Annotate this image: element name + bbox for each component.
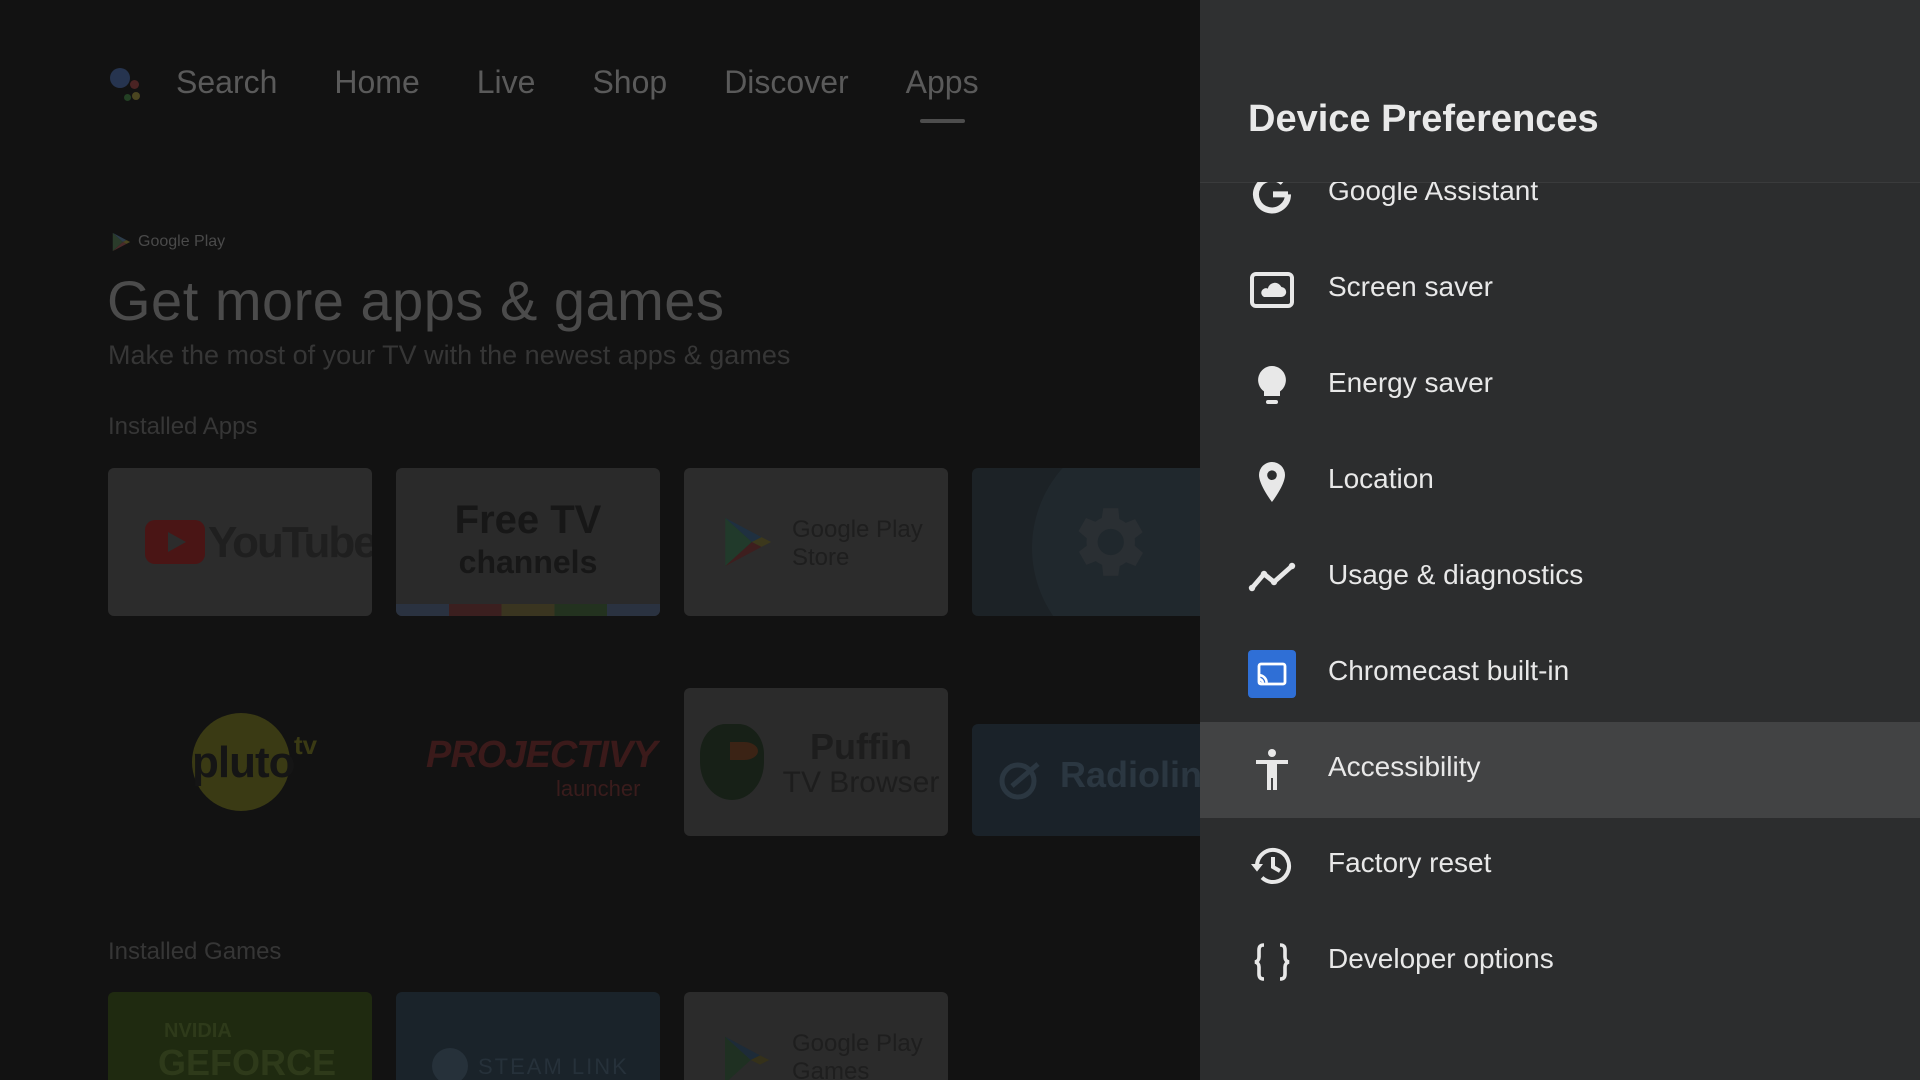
menu-item-screen-saver[interactable]: Screen saver — [1200, 242, 1920, 338]
puffin-label-line2: TV Browser — [782, 766, 940, 799]
screen-saver-icon — [1250, 272, 1294, 308]
menu-item-energy-saver[interactable]: Energy saver — [1200, 338, 1920, 434]
launcher-background: Search Home Live Shop Discover Apps Goog… — [0, 0, 1200, 1080]
menu-label-accessibility: Accessibility — [1328, 751, 1481, 782]
lightbulb-icon — [1258, 366, 1286, 404]
menu-item-location[interactable]: Location — [1200, 434, 1920, 530]
free-tv-label-line1: Free TV — [454, 498, 602, 542]
steam-link-label: STEAM LINK — [478, 1054, 629, 1079]
free-tv-color-stripe — [396, 604, 660, 616]
top-navigation: Search Home Live Shop Discover Apps — [108, 62, 1036, 123]
google-play-badge-label: Google Play — [138, 233, 226, 250]
menu-label-chromecast: Chromecast built-in — [1328, 655, 1570, 686]
nav-shop[interactable]: Shop — [592, 64, 667, 101]
app-tile-youtube[interactable]: YouTube — [108, 468, 372, 616]
menu-item-usage-diagnostics[interactable]: Usage & diagnostics — [1200, 530, 1920, 626]
app-tile-google-play-store[interactable]: Google Play Store — [684, 468, 948, 616]
google-play-badge: Google Play — [110, 231, 225, 253]
game-tile-geforce[interactable]: NVIDIA GEFORCE — [108, 992, 372, 1080]
menu-label-factory-reset: Factory reset — [1328, 847, 1492, 878]
play-games-label: Google Play Games — [792, 1030, 923, 1080]
app-tile-puffin[interactable]: Puffin TV Browser — [684, 688, 948, 836]
app-tile-settings[interactable] — [972, 468, 1200, 616]
nav-discover[interactable]: Discover — [724, 64, 848, 101]
play-store-label-line2: Store — [792, 544, 850, 571]
menu-label-location: Location — [1328, 463, 1434, 494]
menu-label-usage-diagnostics: Usage & diagnostics — [1328, 559, 1584, 590]
radioline-label: Radioline — [1060, 754, 1200, 795]
play-store-label: Google Play Store — [792, 516, 923, 572]
google-play-icon — [112, 232, 131, 252]
installed-games-label: Installed Games — [108, 938, 282, 965]
steam-icon — [432, 1048, 468, 1080]
nav-apps[interactable]: Apps — [906, 64, 979, 123]
menu-item-chromecast[interactable]: Chromecast built-in — [1200, 626, 1920, 722]
menu-label-energy-saver: Energy saver — [1328, 367, 1493, 398]
youtube-logo-icon — [145, 520, 205, 564]
device-preferences-panel: Device Preferences Google Assistant Scre… — [1200, 0, 1920, 1080]
installed-apps-label: Installed Apps — [108, 413, 258, 440]
gear-icon — [1078, 508, 1143, 576]
projectivy-label: PROJECTIVY — [426, 734, 658, 776]
game-tile-steam-link[interactable]: STEAM LINK — [396, 992, 660, 1080]
cast-icon — [1248, 650, 1296, 698]
projectivy-suffix: launcher — [556, 776, 641, 801]
panel-header: Device Preferences — [1200, 0, 1920, 183]
pluto-tv-suffix: tv — [294, 730, 318, 760]
braces-icon — [1254, 943, 1290, 981]
play-store-icon — [725, 517, 772, 567]
nav-live[interactable]: Live — [477, 64, 536, 101]
menu-item-factory-reset[interactable]: Factory reset — [1200, 818, 1920, 914]
accessibility-icon — [1256, 749, 1288, 790]
menu-item-developer-options[interactable]: Developer options — [1200, 914, 1920, 1010]
panel-title: Device Preferences — [1248, 98, 1599, 140]
google-assistant-icon[interactable] — [108, 62, 148, 102]
app-tile-free-tv[interactable]: Free TV channels — [396, 468, 660, 616]
app-tile-projectivy[interactable]: PROJECTIVY launcher — [396, 688, 660, 836]
nav-search[interactable]: Search — [176, 64, 277, 101]
play-games-label-line1: Google Play — [792, 1030, 923, 1057]
play-games-label-line2: Games — [792, 1058, 870, 1080]
hero-subtitle: Make the most of your TV with the newest… — [108, 340, 791, 370]
trend-line-icon — [1248, 562, 1296, 592]
app-tile-pluto-tv[interactable]: pluto tv — [108, 688, 372, 836]
puffin-bird-icon — [700, 724, 764, 800]
menu-label-screen-saver: Screen saver — [1328, 271, 1493, 302]
geforce-label-line1: NVIDIA — [164, 1020, 232, 1042]
play-store-label-line1: Google Play — [792, 516, 923, 543]
menu-label-developer-options: Developer options — [1328, 943, 1554, 974]
play-games-icon — [725, 1036, 770, 1080]
hero-title: Get more apps & games — [107, 269, 725, 332]
youtube-label: YouTube — [208, 518, 372, 567]
game-tile-play-games[interactable]: Google Play Games — [684, 992, 948, 1080]
history-icon — [1251, 848, 1291, 884]
radioline-logo-icon — [999, 762, 1040, 800]
pluto-tv-label: pluto — [192, 738, 296, 787]
free-tv-label-line2: channels — [458, 544, 598, 580]
puffin-label-line1: Puffin — [810, 726, 912, 767]
app-tile-radioline[interactable]: Radioline — [972, 724, 1200, 836]
geforce-label-line2: GEFORCE — [158, 1042, 337, 1080]
menu-item-accessibility[interactable]: Accessibility — [1200, 722, 1920, 818]
nav-home[interactable]: Home — [334, 64, 419, 101]
location-pin-icon — [1259, 462, 1285, 502]
